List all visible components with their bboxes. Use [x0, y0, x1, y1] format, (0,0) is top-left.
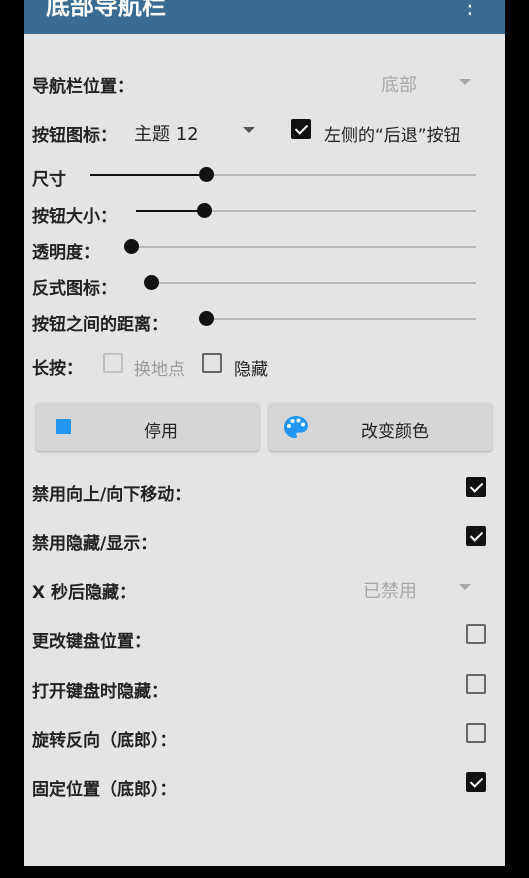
- change-color-button-label: 改变颜色: [361, 422, 429, 442]
- settings-screen: 底部导航栏 ⋮ 导航栏位置： 底部 按钮图标： 主题 12 左侧的“后退”按钮 …: [24, 0, 505, 866]
- position-spinner[interactable]: 底部: [381, 71, 417, 97]
- size-slider-fill: [90, 174, 206, 176]
- slider-label-spacing: 按钮之间的距离：: [32, 315, 168, 335]
- button-size-slider-fill: [136, 210, 204, 212]
- button-icon-dropdown-icon[interactable]: [243, 127, 255, 133]
- long-press-label: 长按：: [32, 359, 83, 379]
- keyboard-position-checkbox[interactable]: [466, 624, 486, 644]
- button-icon-spinner[interactable]: 主题 12: [134, 120, 199, 146]
- hide-after-dropdown-icon[interactable]: [459, 584, 471, 590]
- palette-icon: [284, 416, 308, 438]
- disable-button-label: 停用: [144, 422, 178, 442]
- slider-label-size: 尺寸: [32, 170, 66, 190]
- setting-label-hide-on-keyboard: 打开键盘时隐藏：: [32, 682, 168, 702]
- opacity-slider[interactable]: [124, 239, 476, 254]
- button-size-slider-thumb[interactable]: [197, 203, 212, 218]
- app-bar-title: 底部导航栏: [46, 0, 166, 20]
- disable-move-checkbox[interactable]: [466, 477, 486, 497]
- long-press-hide-checkbox[interactable]: [202, 353, 222, 373]
- setting-label-rotate-reverse: 旋转反向（底郎）：: [32, 731, 177, 751]
- change-color-button[interactable]: 改变颜色: [269, 403, 492, 451]
- inverse-icon-slider-thumb[interactable]: [144, 275, 159, 290]
- setting-label-keyboard-position: 更改键盘位置：: [32, 632, 151, 652]
- disable-hide-show-checkbox[interactable]: [466, 526, 486, 546]
- overflow-menu-icon[interactable]: ⋮: [459, 0, 481, 18]
- slider-label-button-size: 按钮大小：: [32, 207, 117, 227]
- setting-label-disable-hide-show: 禁用隐藏/显示：: [32, 534, 158, 554]
- size-slider-thumb[interactable]: [198, 167, 214, 182]
- rotate-reverse-checkbox[interactable]: [466, 723, 486, 743]
- long-press-move-label: 换地点: [134, 360, 185, 380]
- button-icon-label: 按钮图标：: [32, 126, 117, 146]
- setting-label-disable-move: 禁用向上/向下移动：: [32, 485, 192, 505]
- button-size-slider[interactable]: [136, 203, 476, 218]
- hide-on-keyboard-checkbox[interactable]: [466, 674, 486, 694]
- long-press-hide-label: 隐藏: [234, 360, 268, 380]
- position-dropdown-icon[interactable]: [459, 79, 471, 85]
- app-bar: 底部导航栏 ⋮: [24, 0, 505, 34]
- fixed-position-checkbox[interactable]: [466, 772, 486, 792]
- slider-label-opacity: 透明度：: [32, 243, 100, 263]
- inverse-icon-slider[interactable]: [144, 275, 476, 290]
- opacity-slider-thumb[interactable]: [124, 239, 139, 254]
- hide-after-spinner[interactable]: 已禁用: [363, 577, 417, 603]
- long-press-move-checkbox[interactable]: [103, 353, 123, 373]
- stop-icon: [56, 419, 71, 434]
- slider-label-inverse-icon: 反式图标：: [32, 279, 117, 299]
- disable-button[interactable]: 停用: [36, 403, 259, 451]
- spacing-slider[interactable]: [199, 311, 476, 326]
- setting-label-fixed-position: 固定位置（底郎）：: [32, 780, 177, 800]
- back-button-checkbox[interactable]: [291, 119, 311, 139]
- size-slider[interactable]: [90, 167, 476, 182]
- back-button-checkbox-label: 左侧的“后退”按钮: [324, 126, 461, 146]
- position-label: 导航栏位置：: [32, 77, 134, 97]
- spacing-slider-thumb[interactable]: [199, 311, 214, 326]
- hide-after-label: X 秒后隐藏：: [32, 583, 137, 603]
